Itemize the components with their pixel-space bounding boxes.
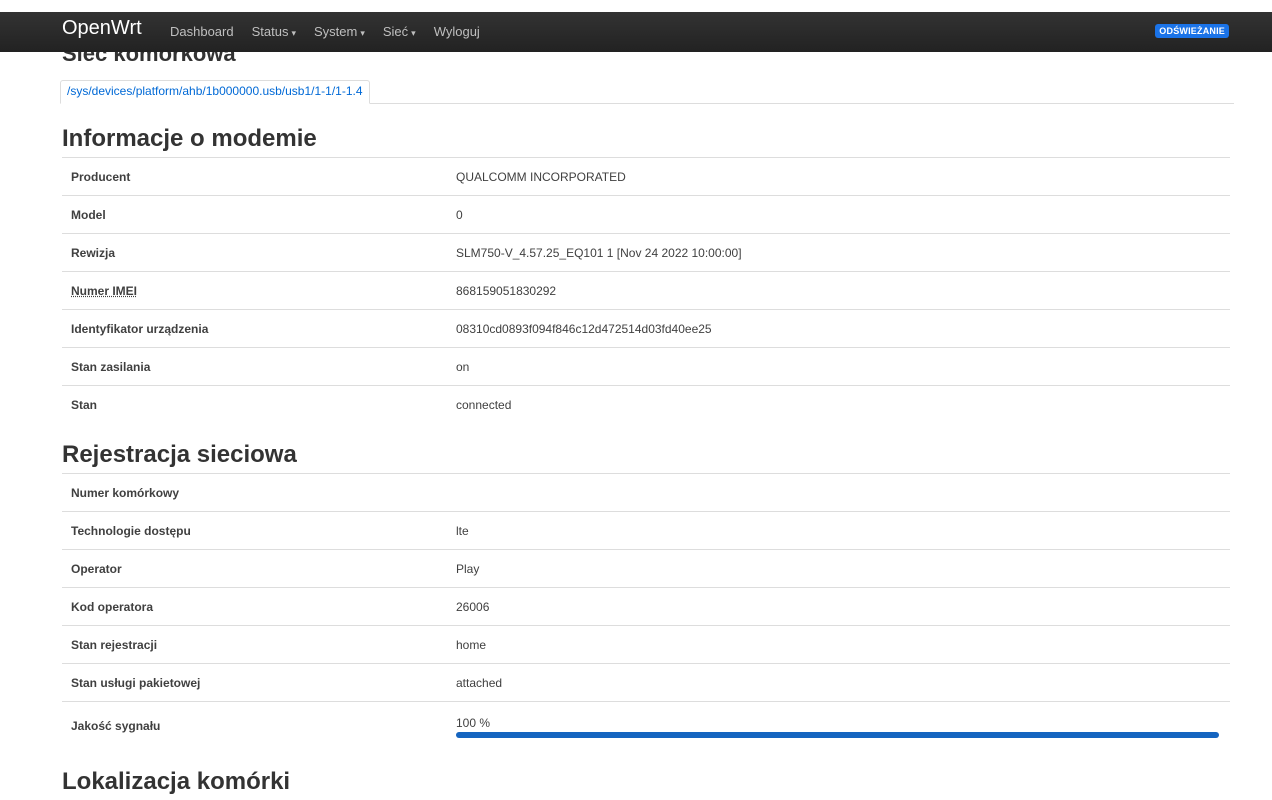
signal-quality-bar: [456, 732, 1219, 738]
row-key: Rewizja: [62, 233, 447, 272]
registration-heading: Rejestracja sieciowa: [62, 441, 297, 468]
imei-abbr[interactable]: Numer IMEI: [71, 284, 137, 298]
modem-info-table: Producent QUALCOMM INCORPORATED Model 0 Re…: [62, 157, 1230, 423]
table-row: Producent QUALCOMM INCORPORATED: [62, 157, 1230, 196]
table-row: Technologie dostępu lte: [62, 511, 1230, 550]
menu-dashboard[interactable]: Dashboard: [170, 24, 234, 39]
row-key: Stan zasilania: [62, 347, 447, 386]
table-row: Stan rejestracji home: [62, 625, 1230, 664]
signal-quality: 100 %: [456, 714, 1221, 738]
row-key: Stan: [62, 385, 447, 423]
table-row: Stan usługi pakietowej attached: [62, 663, 1230, 702]
row-value: attached: [447, 663, 1230, 702]
modem-info-heading: Informacje o modemie: [62, 125, 317, 152]
table-row: Stan zasilania on: [62, 347, 1230, 386]
row-value: 868159051830292: [447, 271, 1230, 310]
chevron-down-icon: ▾: [360, 28, 365, 38]
row-value: lte: [447, 511, 1230, 550]
row-value: 100 %: [447, 701, 1230, 750]
menu-logout-label: Wyloguj: [433, 24, 480, 39]
row-key: Kod operatora: [62, 587, 447, 626]
table-row: Numer IMEI 868159051830292: [62, 271, 1230, 310]
row-value: [447, 473, 1230, 512]
chevron-down-icon: ▾: [411, 28, 416, 38]
table-row: Rewizja SLM750-V_4.57.25_EQ101 1 [Nov 24 …: [62, 233, 1230, 272]
row-key: Stan rejestracji: [62, 625, 447, 664]
row-key: Producent: [62, 157, 447, 196]
brand-logo[interactable]: OpenWrt: [62, 17, 142, 40]
row-value: 08310cd0893f094f846c12d472514d03fd40ee25: [447, 309, 1230, 348]
row-key: Technologie dostępu: [62, 511, 447, 550]
row-value: connected: [447, 385, 1230, 423]
browser-top-strip: [0, 0, 1272, 12]
menu-status[interactable]: Status ▾: [252, 24, 296, 39]
row-key: Jakość sygnału: [62, 701, 447, 750]
table-row: Numer komórkowy: [62, 473, 1230, 512]
row-value: SLM750-V_4.57.25_EQ101 1 [Nov 24 2022 10…: [447, 233, 1230, 272]
chevron-down-icon: ▾: [291, 28, 296, 38]
signal-quality-fill: [456, 732, 1219, 738]
tab-device-path[interactable]: /sys/devices/platform/ahb/1b000000.usb/u…: [60, 80, 370, 104]
menu-system-label: System: [314, 24, 358, 39]
table-row: Kod operatora 26006: [62, 587, 1230, 626]
menu-status-label: Status: [251, 24, 289, 39]
table-row: Operator Play: [62, 549, 1230, 588]
table-row: Identyfikator urządzenia 08310cd0893f094f…: [62, 309, 1230, 348]
menu-network[interactable]: Sieć ▾: [383, 24, 416, 39]
table-row: Stan connected: [62, 385, 1230, 423]
refresh-button[interactable]: ODŚWIEŻANIE: [1155, 24, 1229, 38]
menu-logout[interactable]: Wyloguj: [434, 24, 480, 39]
cell-location-heading: Lokalizacja komórki: [62, 768, 291, 795]
table-row: Jakość sygnału 100 %: [62, 701, 1230, 750]
row-key: Numer komórkowy: [62, 473, 447, 512]
row-key: Numer IMEI: [62, 271, 447, 310]
row-key: Model: [62, 195, 447, 234]
registration-table: Numer komórkowy Technologie dostępu lte O…: [62, 473, 1230, 750]
row-value: Play: [447, 549, 1230, 588]
menu-dashboard-label: Dashboard: [170, 24, 234, 39]
row-key: Operator: [62, 549, 447, 588]
menu-network-label: Sieć: [382, 24, 409, 39]
main-menu: Dashboard Status ▾ System ▾ Sieć ▾ Wyloguj: [170, 24, 498, 39]
row-value: QUALCOMM INCORPORATED: [447, 157, 1230, 196]
signal-quality-text: 100 %: [456, 716, 491, 730]
device-tabs: /sys/devices/platform/ahb/1b000000.usb/u…: [60, 80, 1234, 104]
row-value: 0: [447, 195, 1230, 234]
row-value: 26006: [447, 587, 1230, 626]
menu-system[interactable]: System ▾: [314, 24, 365, 39]
row-key: Stan usługi pakietowej: [62, 663, 447, 702]
row-value: home: [447, 625, 1230, 664]
row-key: Identyfikator urządzenia: [62, 309, 447, 348]
navbar: OpenWrt Dashboard Status ▾ System ▾ Sieć ▾ …: [0, 12, 1272, 52]
row-value: on: [447, 347, 1230, 386]
table-row: Model 0: [62, 195, 1230, 234]
